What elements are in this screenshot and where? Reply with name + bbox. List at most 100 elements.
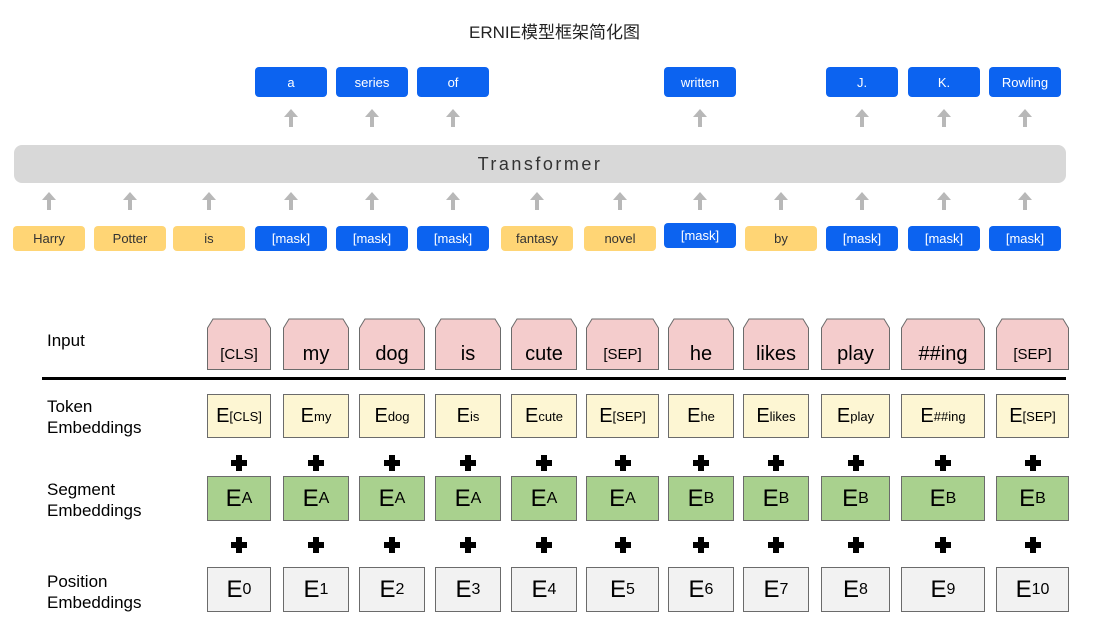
segment-embedding-base: E <box>609 484 626 512</box>
input-token-label: [SEP] <box>603 345 642 363</box>
token-embedding-base: E <box>216 404 230 427</box>
segment-embedding-base: E <box>530 484 547 512</box>
up-arrow-icon <box>42 192 56 210</box>
token-embedding: Eplay <box>821 394 890 438</box>
segment-embedding: EA <box>511 476 577 521</box>
segment-embedding-subscript: A <box>394 489 406 507</box>
segment-embedding-subscript: A <box>318 489 330 507</box>
segment-embedding-subscript: A <box>241 489 253 507</box>
up-arrow-icon <box>1018 109 1032 127</box>
token-embedding-base: E <box>374 404 388 427</box>
input-token-label: dog <box>375 342 409 365</box>
position-embedding: E4 <box>511 567 577 612</box>
segment-embedding-subscript: B <box>1035 489 1046 507</box>
input-token-label: is <box>460 342 476 365</box>
segment-embedding: EB <box>743 476 809 521</box>
input-token: [SEP] <box>586 318 659 370</box>
position-embedding-subscript: 0 <box>242 580 252 598</box>
ernie-input-token: fantasy <box>501 226 573 251</box>
row-label-segment-line2: Embeddings <box>47 501 142 520</box>
ernie-output-token: written <box>664 67 736 97</box>
up-arrow-icon <box>202 192 216 210</box>
token-embedding-subscript: cute <box>538 408 563 424</box>
plus-icon <box>460 537 476 553</box>
segment-embedding-base: E <box>302 484 319 512</box>
segment-embedding-base: E <box>762 484 779 512</box>
token-embedding-base: E <box>300 404 314 427</box>
token-embedding: Ehe <box>668 394 734 438</box>
plus-icon <box>847 537 864 553</box>
position-embedding-base: E <box>226 575 243 603</box>
up-arrow-icon <box>774 192 788 210</box>
position-embedding: E8 <box>821 567 890 612</box>
position-embedding: E9 <box>901 567 985 612</box>
plus-icon <box>935 455 951 471</box>
position-embedding: E 10 <box>996 567 1069 612</box>
segment-embedding: EA <box>283 476 349 521</box>
token-embedding: E [SEP] <box>586 394 659 438</box>
position-embedding-subscript: 9 <box>946 580 956 598</box>
token-embedding: Ecute <box>511 394 577 438</box>
ernie-input-token: [mask] <box>989 226 1061 251</box>
input-token: likes <box>743 318 809 370</box>
token-embedding: Eis <box>435 394 501 438</box>
segment-embedding-base: E <box>454 484 471 512</box>
position-embedding: E2 <box>359 567 425 612</box>
position-embedding: E7 <box>743 567 809 612</box>
input-token: cute <box>511 318 577 370</box>
ernie-output-token: J. <box>826 67 898 97</box>
up-arrow-icon <box>937 192 951 210</box>
input-token: he <box>668 318 734 370</box>
token-embedding: Emy <box>283 394 349 438</box>
token-embedding-subscript: [SEP] <box>612 408 646 424</box>
plus-icon <box>384 537 400 553</box>
token-embedding-subscript: likes <box>769 408 796 424</box>
plus-icon <box>536 455 552 471</box>
position-embedding: E3 <box>435 567 501 612</box>
divider-line <box>42 377 1066 380</box>
position-embedding: E0 <box>207 567 271 612</box>
position-embedding-base: E <box>843 575 860 603</box>
input-token: dog <box>359 318 425 370</box>
diagram-title: ERNIE模型框架简化图 <box>469 23 640 42</box>
segment-embedding-base: E <box>225 484 242 512</box>
segment-embedding-base: E <box>1019 484 1036 512</box>
token-embedding: E ##ing <box>901 394 985 438</box>
token-embedding-base: E <box>456 404 470 427</box>
plus-icon <box>768 455 784 471</box>
ernie-output-token: Rowling <box>989 67 1061 97</box>
token-embedding-base: E <box>687 404 701 427</box>
ernie-output-token: series <box>336 67 408 97</box>
position-embedding-subscript: 7 <box>779 580 789 598</box>
segment-embedding-base: E <box>929 484 946 512</box>
row-label-segment: Segment Embeddings <box>47 479 142 521</box>
up-arrow-icon <box>365 192 379 210</box>
segment-embedding: EB <box>996 476 1069 521</box>
token-embedding-subscript: dog <box>387 408 410 424</box>
segment-embedding: EA <box>435 476 501 521</box>
position-embedding: E6 <box>668 567 734 612</box>
ernie-input-token: [mask] <box>908 226 980 251</box>
token-embedding: E [SEP] <box>996 394 1069 438</box>
token-embedding-subscript: [SEP] <box>1022 408 1056 424</box>
plus-icon <box>614 455 631 471</box>
up-arrow-icon <box>530 192 544 210</box>
position-embedding-base: E <box>930 575 947 603</box>
row-label-segment-line1: Segment <box>47 480 116 499</box>
input-token-label: he <box>689 342 713 365</box>
ernie-input-token: [mask] <box>336 226 408 251</box>
up-arrow-icon <box>1018 192 1032 210</box>
plus-icon <box>231 455 247 471</box>
input-token: my <box>283 318 349 370</box>
up-arrow-icon <box>693 192 707 210</box>
plus-icon <box>935 537 951 553</box>
ernie-output-token: a <box>255 67 327 97</box>
segment-embedding-base: E <box>687 484 704 512</box>
ernie-input-token: Potter <box>94 226 166 251</box>
input-token: ##ing <box>901 318 985 370</box>
up-arrow-icon <box>123 192 137 210</box>
plus-icon <box>536 537 552 553</box>
token-embedding-subscript: he <box>700 408 715 424</box>
position-embedding-subscript: 5 <box>626 580 635 598</box>
position-embedding-subscript: 8 <box>859 580 868 598</box>
